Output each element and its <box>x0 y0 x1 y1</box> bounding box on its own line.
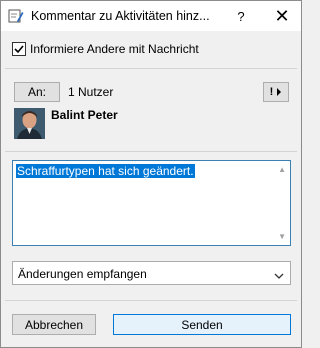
notify-label: Informiere Andere mit Nachricht <box>30 42 199 56</box>
message-textarea[interactable]: Schraffurtypen hat sich geändert. ▲ ▼ <box>12 160 291 246</box>
app-pencil-icon <box>8 8 24 24</box>
scroll-down-icon[interactable]: ▼ <box>278 232 286 241</box>
help-button[interactable]: ? <box>221 1 261 31</box>
recipient-options-button[interactable]: ! <box>263 82 289 102</box>
title-bar: Kommentar zu Aktivitäten hinz... ? ✕ <box>1 1 301 31</box>
divider <box>5 300 297 301</box>
comment-dialog: Kommentar zu Aktivitäten hinz... ? ✕ Inf… <box>0 0 302 348</box>
send-button[interactable]: Senden <box>113 314 291 335</box>
message-text: Schraffurtypen hat sich geändert. <box>16 164 195 178</box>
event-type-select[interactable]: Änderungen empfangen <box>12 261 291 285</box>
scroll-up-icon[interactable]: ▲ <box>278 165 286 174</box>
notify-checkbox[interactable] <box>12 42 26 56</box>
avatar <box>14 108 45 139</box>
to-button[interactable]: An: <box>14 82 60 102</box>
chevron-down-icon <box>274 269 284 283</box>
event-type-value: Änderungen empfangen <box>18 267 147 281</box>
notify-option[interactable]: Informiere Andere mit Nachricht <box>12 41 199 57</box>
checkmark-icon <box>14 45 24 54</box>
divider <box>5 151 297 152</box>
chevron-right-icon <box>277 88 282 96</box>
exclamation-icon: ! <box>269 86 274 98</box>
window-title: Kommentar zu Aktivitäten hinz... <box>31 9 210 23</box>
cancel-button[interactable]: Abbrechen <box>12 314 96 335</box>
recipient-count: 1 Nutzer <box>68 85 114 99</box>
close-button[interactable]: ✕ <box>263 1 301 31</box>
recipient-name: Balint Peter <box>51 108 118 122</box>
